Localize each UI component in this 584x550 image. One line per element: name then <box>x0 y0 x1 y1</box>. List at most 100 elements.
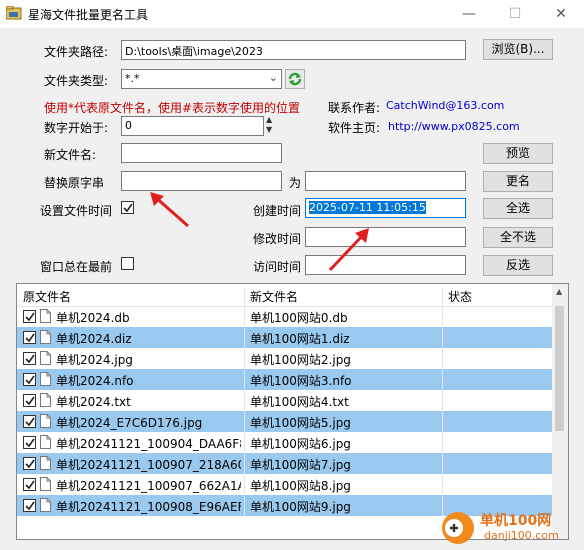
deselect-all-button[interactable]: 全不选 <box>483 227 553 248</box>
check-icon <box>123 203 133 213</box>
homepage-label: 软件主页: <box>328 121 381 135</box>
check-icon <box>25 501 35 511</box>
folder-path-label: 文件夹路径: <box>44 45 109 59</box>
column-header-original[interactable]: 原文件名 <box>23 288 71 305</box>
watermark-url: danji100.com <box>484 529 559 542</box>
spinner-up-icon[interactable]: ▲ <box>266 115 278 125</box>
to-label: 为 <box>289 176 302 190</box>
row-checkbox[interactable] <box>23 373 36 386</box>
list-item[interactable]: 单机2024.diz 单机100网站1.diz <box>17 327 553 348</box>
original-filename: 单机2024.diz <box>56 332 132 346</box>
list-item[interactable]: 单机2024.db 单机100网站0.db <box>17 306 553 327</box>
spinner-down-icon[interactable]: ▼ <box>266 125 278 135</box>
row-checkbox[interactable] <box>23 394 36 407</box>
new-filename: 单机100网站4.txt <box>250 395 349 409</box>
minimize-button[interactable]: — <box>446 0 492 28</box>
new-filename: 单机100网站5.jpg <box>250 416 351 430</box>
original-filename: 单机2024.nfo <box>56 374 134 388</box>
file-icon <box>40 330 51 344</box>
set-time-label: 设置文件时间 <box>40 204 113 218</box>
new-filename: 单机100网站8.jpg <box>250 479 351 493</box>
contact-email-link[interactable]: CatchWind@163.com <box>386 99 504 112</box>
folder-type-value: *.* <box>125 72 140 85</box>
list-item[interactable]: 单机20241121_100904_DAA6F8... 单机100网站6.jpg <box>17 432 553 453</box>
created-time-label: 创建时间 <box>253 204 302 218</box>
row-checkbox[interactable] <box>23 310 36 323</box>
row-checkbox[interactable] <box>23 331 36 344</box>
original-filename: 单机2024_E7C6D176.jpg <box>56 416 203 430</box>
new-name-input[interactable] <box>121 143 282 163</box>
check-icon <box>25 396 35 406</box>
chevron-down-icon[interactable]: ⌄ <box>269 71 278 84</box>
new-filename: 单机100网站7.jpg <box>250 458 351 472</box>
created-time-value: 2025-07-11 11:05:15 <box>309 201 426 214</box>
row-checkbox[interactable] <box>23 478 36 491</box>
check-icon <box>25 375 35 385</box>
invert-selection-button[interactable]: 反选 <box>483 255 553 276</box>
hint-text: 使用*代表原文件名，使用#表示数字使用的位置 <box>44 101 301 115</box>
list-header: 原文件名 新文件名 状态 <box>17 284 553 310</box>
homepage-link[interactable]: http://www.px0825.com <box>388 120 520 133</box>
row-checkbox[interactable] <box>23 499 36 512</box>
new-filename: 单机100网站2.jpg <box>250 353 351 367</box>
check-icon <box>25 354 35 364</box>
list-item[interactable]: 单机2024.txt 单机100网站4.txt <box>17 390 553 411</box>
list-item[interactable]: 单机20241121_100907_218A60... 单机100网站7.jpg <box>17 453 553 474</box>
vertical-scrollbar[interactable]: ▲ <box>552 284 568 539</box>
check-icon <box>25 480 35 490</box>
row-checkbox[interactable] <box>23 436 36 449</box>
start-number-input[interactable]: 0 <box>121 116 264 136</box>
original-filename: 单机20241121_100904_DAA6F8... <box>56 437 241 451</box>
scrollbar-thumb[interactable] <box>555 306 564 431</box>
new-filename: 单机100网站1.diz <box>250 332 350 346</box>
check-icon <box>25 459 35 469</box>
created-time-input[interactable]: 2025-07-11 11:05:15 <box>305 198 466 218</box>
file-icon <box>40 393 51 407</box>
preview-button[interactable]: 预览 <box>483 143 553 164</box>
column-header-status[interactable]: 状态 <box>448 288 472 305</box>
new-filename: 单机100网站6.jpg <box>250 437 351 451</box>
file-icon <box>40 477 51 491</box>
file-icon <box>40 456 51 470</box>
folder-path-input[interactable]: D:\tools\桌面\image\2023 <box>121 40 466 60</box>
scroll-up-icon[interactable]: ▲ <box>556 287 562 296</box>
annotation-arrow-icon <box>328 228 369 272</box>
folder-type-select[interactable]: *.* ⌄ <box>121 69 282 89</box>
new-filename: 单机100网站0.db <box>250 311 348 325</box>
check-icon <box>25 312 35 322</box>
watermark-logo-icon <box>442 512 474 544</box>
new-filename: 单机100网站3.nfo <box>250 374 352 388</box>
select-all-button[interactable]: 全选 <box>483 198 553 219</box>
column-header-new[interactable]: 新文件名 <box>250 288 298 305</box>
file-icon <box>40 372 51 386</box>
rename-button[interactable]: 更名 <box>483 171 553 192</box>
file-icon <box>40 498 51 512</box>
modified-time-label: 修改时间 <box>253 232 302 246</box>
always-on-top-checkbox[interactable] <box>121 257 134 270</box>
row-checkbox[interactable] <box>23 457 36 470</box>
watermark: 单机100网 danji100.com <box>440 508 580 548</box>
number-spinner[interactable]: ▲ ▼ <box>266 115 278 135</box>
file-icon <box>40 351 51 365</box>
window-title: 星海文件批量更名工具 <box>28 8 149 22</box>
file-list[interactable]: 原文件名 新文件名 状态 单机2024.db 单机100网站0.db 单机2024.… <box>16 283 569 540</box>
check-icon <box>25 333 35 343</box>
close-button[interactable]: ✕ <box>538 0 584 28</box>
set-time-checkbox[interactable] <box>121 201 134 214</box>
file-icon <box>40 435 51 449</box>
check-icon <box>25 438 35 448</box>
maximize-button[interactable]: ☐ <box>492 0 538 28</box>
list-item[interactable]: 单机2024.jpg 单机100网站2.jpg <box>17 348 553 369</box>
row-checkbox[interactable] <box>23 352 36 365</box>
watermark-name: 单机100网 <box>480 513 552 529</box>
browse-button[interactable]: 浏览(B)... <box>483 39 553 60</box>
original-filename: 单机2024.db <box>56 311 130 325</box>
start-number-label: 数字开始于: <box>44 121 109 135</box>
refresh-icon[interactable] <box>285 69 305 89</box>
list-item[interactable]: 单机2024_E7C6D176.jpg 单机100网站5.jpg <box>17 411 553 432</box>
list-item[interactable]: 单机2024.nfo 单机100网站3.nfo <box>17 369 553 390</box>
list-item[interactable]: 单机20241121_100907_662A1A... 单机100网站8.jpg <box>17 474 553 495</box>
original-filename: 单机2024.txt <box>56 395 131 409</box>
row-checkbox[interactable] <box>23 415 36 428</box>
replace-to-input[interactable] <box>305 171 466 191</box>
